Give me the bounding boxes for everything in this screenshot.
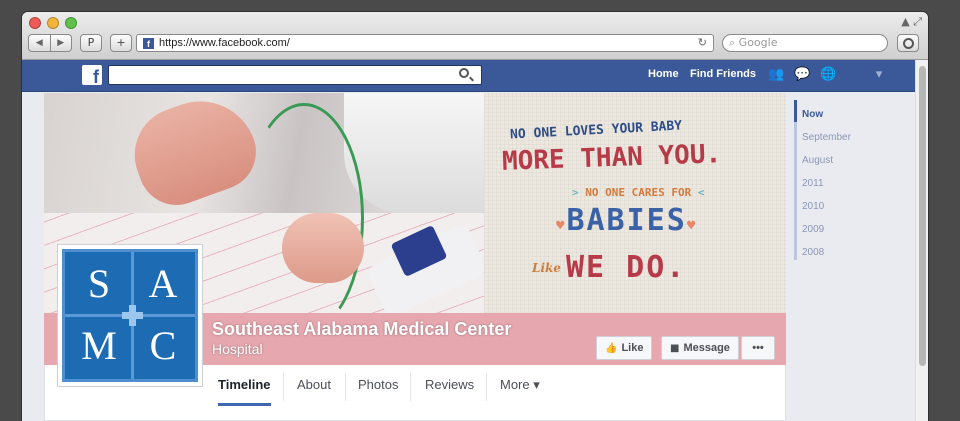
search-placeholder: Google (738, 36, 778, 49)
minimize-window-button[interactable] (47, 17, 59, 29)
facebook-header: f Home Find Friends 👥 💬 🌐 ▾ (22, 60, 915, 92)
tab-divider (410, 373, 411, 401)
search-icon[interactable] (459, 68, 469, 78)
friends-icon[interactable]: 👥 (768, 67, 784, 82)
tab-about[interactable]: About (297, 377, 331, 392)
message-icon: ■ (670, 343, 680, 354)
art-line-4-text: Babies (566, 203, 687, 238)
art-line-3: > No one cares for < (572, 186, 704, 199)
logo-letter-a: A (148, 261, 178, 306)
browser-window: ▲ ⤢ ◀ ▶ P + f https://www.facebook.com/ … (22, 12, 928, 421)
back-button[interactable]: ◀ (29, 35, 50, 51)
tab-more[interactable]: More ▾ (500, 377, 540, 393)
facebook-favicon: f (143, 38, 154, 49)
tab-divider (345, 373, 346, 401)
reader-button[interactable]: P (80, 34, 102, 52)
timeline-item-2010[interactable]: 2010 (802, 201, 824, 212)
logo-letter-m: M (81, 323, 117, 368)
globe-icon[interactable]: 🌐 (820, 67, 836, 82)
timeline-track (794, 100, 797, 260)
thumbs-up-icon: 👍 (605, 343, 618, 354)
new-tab-button[interactable]: + (110, 34, 132, 52)
medical-cross-icon (122, 305, 143, 326)
reload-icon[interactable]: ↻ (698, 35, 707, 51)
art-line-5: We do. (566, 250, 687, 285)
samc-logo: S A M C (62, 249, 198, 382)
google-search-field[interactable]: ⌕ Google (722, 34, 888, 52)
fullscreen-icon[interactable]: ▲ ⤢ (901, 15, 922, 29)
like-button[interactable]: 👍 Like (596, 336, 653, 360)
art-line-1: No one loves your baby (509, 118, 683, 143)
timeline-nav: Now September August 2011 2010 2009 2008 (786, 93, 915, 421)
tab-timeline[interactable]: Timeline (218, 377, 271, 406)
timeline-item-2008[interactable]: 2008 (802, 247, 824, 258)
more-options-button[interactable]: ••• (741, 336, 775, 360)
messages-icon[interactable]: 💬 (794, 67, 810, 82)
timeline-item-august[interactable]: August (802, 155, 833, 166)
downloads-button[interactable] (897, 34, 919, 52)
address-bar[interactable]: f https://www.facebook.com/ ↻ (136, 34, 714, 52)
back-forward-group: ◀ ▶ (28, 34, 72, 52)
baby-hand (282, 213, 364, 283)
scrollbar-thumb[interactable] (919, 66, 926, 366)
zoom-window-button[interactable] (65, 17, 77, 29)
message-label: Message (683, 342, 730, 354)
downloads-icon (902, 38, 914, 49)
page-scrollbar[interactable] (915, 60, 928, 421)
page-category: Hospital (212, 341, 263, 357)
like-label: Like (621, 342, 644, 354)
tab-divider (486, 373, 487, 401)
art-line-3-suffix: < (697, 186, 705, 199)
tab-photos[interactable]: Photos (358, 377, 398, 392)
tab-divider (283, 373, 284, 401)
art-line-2: More than you. (501, 139, 722, 177)
url-text[interactable]: https://www.facebook.com/ (159, 35, 290, 51)
tab-reviews[interactable]: Reviews (425, 377, 474, 392)
page-title[interactable]: Southeast Alabama Medical Center (212, 319, 511, 340)
settings-icon[interactable]: ▾ (864, 67, 894, 82)
forward-button[interactable]: ▶ (49, 35, 72, 51)
art-line-4: ♥Babies♥ (556, 203, 697, 238)
timeline-current-marker (794, 100, 797, 122)
close-window-button[interactable] (29, 17, 41, 29)
baby-gown (344, 93, 484, 213)
search-icon: ⌕ (729, 36, 739, 49)
art-line-3-prefix: > (572, 186, 579, 199)
timeline-item-2011[interactable]: 2011 (802, 178, 824, 189)
nav-home[interactable]: Home (648, 68, 679, 80)
nav-find-friends[interactable]: Find Friends (690, 68, 756, 80)
heart-icon: ♥ (556, 218, 567, 234)
profile-picture[interactable]: S A M C (57, 244, 203, 387)
timeline-item-2009[interactable]: 2009 (802, 224, 824, 235)
timeline-item-now[interactable]: Now (802, 109, 823, 120)
facebook-search-input[interactable] (108, 65, 482, 85)
logo-letter-s: S (87, 261, 111, 306)
message-button[interactable]: ■ Message (661, 336, 739, 360)
logo-letter-c: C (149, 323, 177, 368)
heart-icon: ♥ (686, 218, 698, 234)
timeline-item-september[interactable]: September (802, 132, 851, 143)
art-line-5-italic: Like (532, 261, 561, 275)
facebook-logo[interactable]: f (82, 65, 102, 85)
cross-stitch-art: No one loves your baby More than you. > … (484, 93, 786, 313)
browser-toolbar: ▲ ⤢ ◀ ▶ P + f https://www.facebook.com/ … (22, 12, 928, 60)
art-line-3-text: No one cares for (585, 186, 692, 199)
